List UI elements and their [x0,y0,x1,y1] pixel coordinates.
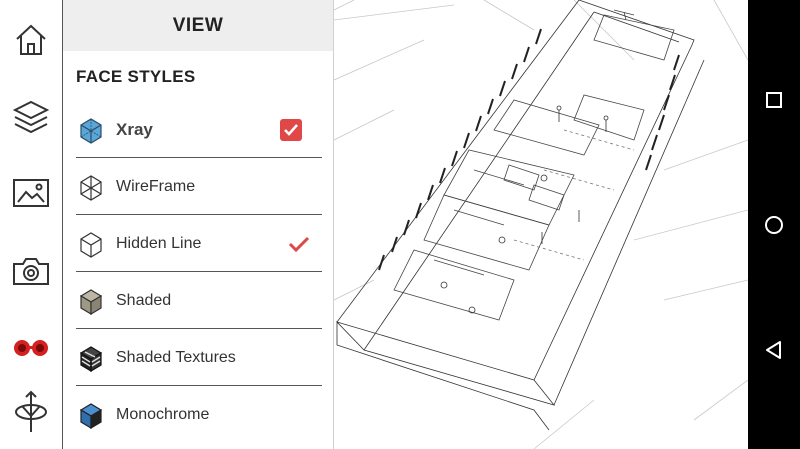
building-model-drawing [334,0,748,449]
face-style-label: Xray [116,119,153,139]
back-triangle-icon [766,341,781,359]
recents-square-icon [766,92,782,108]
camera-icon [13,258,49,285]
face-style-label: Hidden Line [116,234,202,252]
check-icon [288,236,310,252]
back-button[interactable] [748,330,800,370]
orbit-icon [15,390,47,432]
home-nav-button[interactable] [748,205,800,245]
face-style-monochrome[interactable]: Monochrome [76,386,322,443]
face-style-label: Monochrome [116,405,210,423]
layers-icon [12,100,50,134]
face-style-label: Shaded Textures [116,348,236,366]
hidden-line-cube-icon [80,231,102,258]
face-style-shaded-textures[interactable]: Shaded Textures [76,329,322,386]
layers-button[interactable] [0,86,62,146]
check-icon [284,123,298,136]
android-nav-bar [748,0,800,449]
shaded-cube-icon [79,288,103,315]
image-button[interactable] [0,163,62,223]
home-circle-icon [765,216,783,234]
wireframe-cube-icon [80,174,102,201]
face-style-label: WireFrame [116,177,196,195]
face-style-label: Shaded [116,291,172,309]
orbit-button[interactable] [0,382,62,442]
face-style-xray[interactable]: Xray [76,101,322,158]
xray-checkbox[interactable] [280,118,302,141]
section-title-face-styles: FACE STYLES [76,67,196,86]
left-toolbar [0,0,63,449]
panel-title: VIEW [63,0,333,51]
image-icon [13,179,49,207]
recents-button[interactable] [748,80,800,120]
model-viewport[interactable] [334,0,748,449]
vr-glasses-icon [14,340,48,356]
xray-cube-icon [80,117,102,144]
view-panel: VIEW FACE STYLES Xray WireFrame Hidden L… [63,0,334,449]
home-button[interactable] [0,10,62,70]
home-icon [16,24,46,55]
face-style-hidden-line[interactable]: Hidden Line [76,215,322,272]
face-style-shaded[interactable]: Shaded [76,272,322,329]
shaded-textures-cube-icon [79,345,103,372]
camera-button[interactable] [0,241,62,301]
vr-button[interactable] [0,318,62,378]
monochrome-cube-icon [79,402,103,429]
face-style-wireframe[interactable]: WireFrame [76,158,322,215]
